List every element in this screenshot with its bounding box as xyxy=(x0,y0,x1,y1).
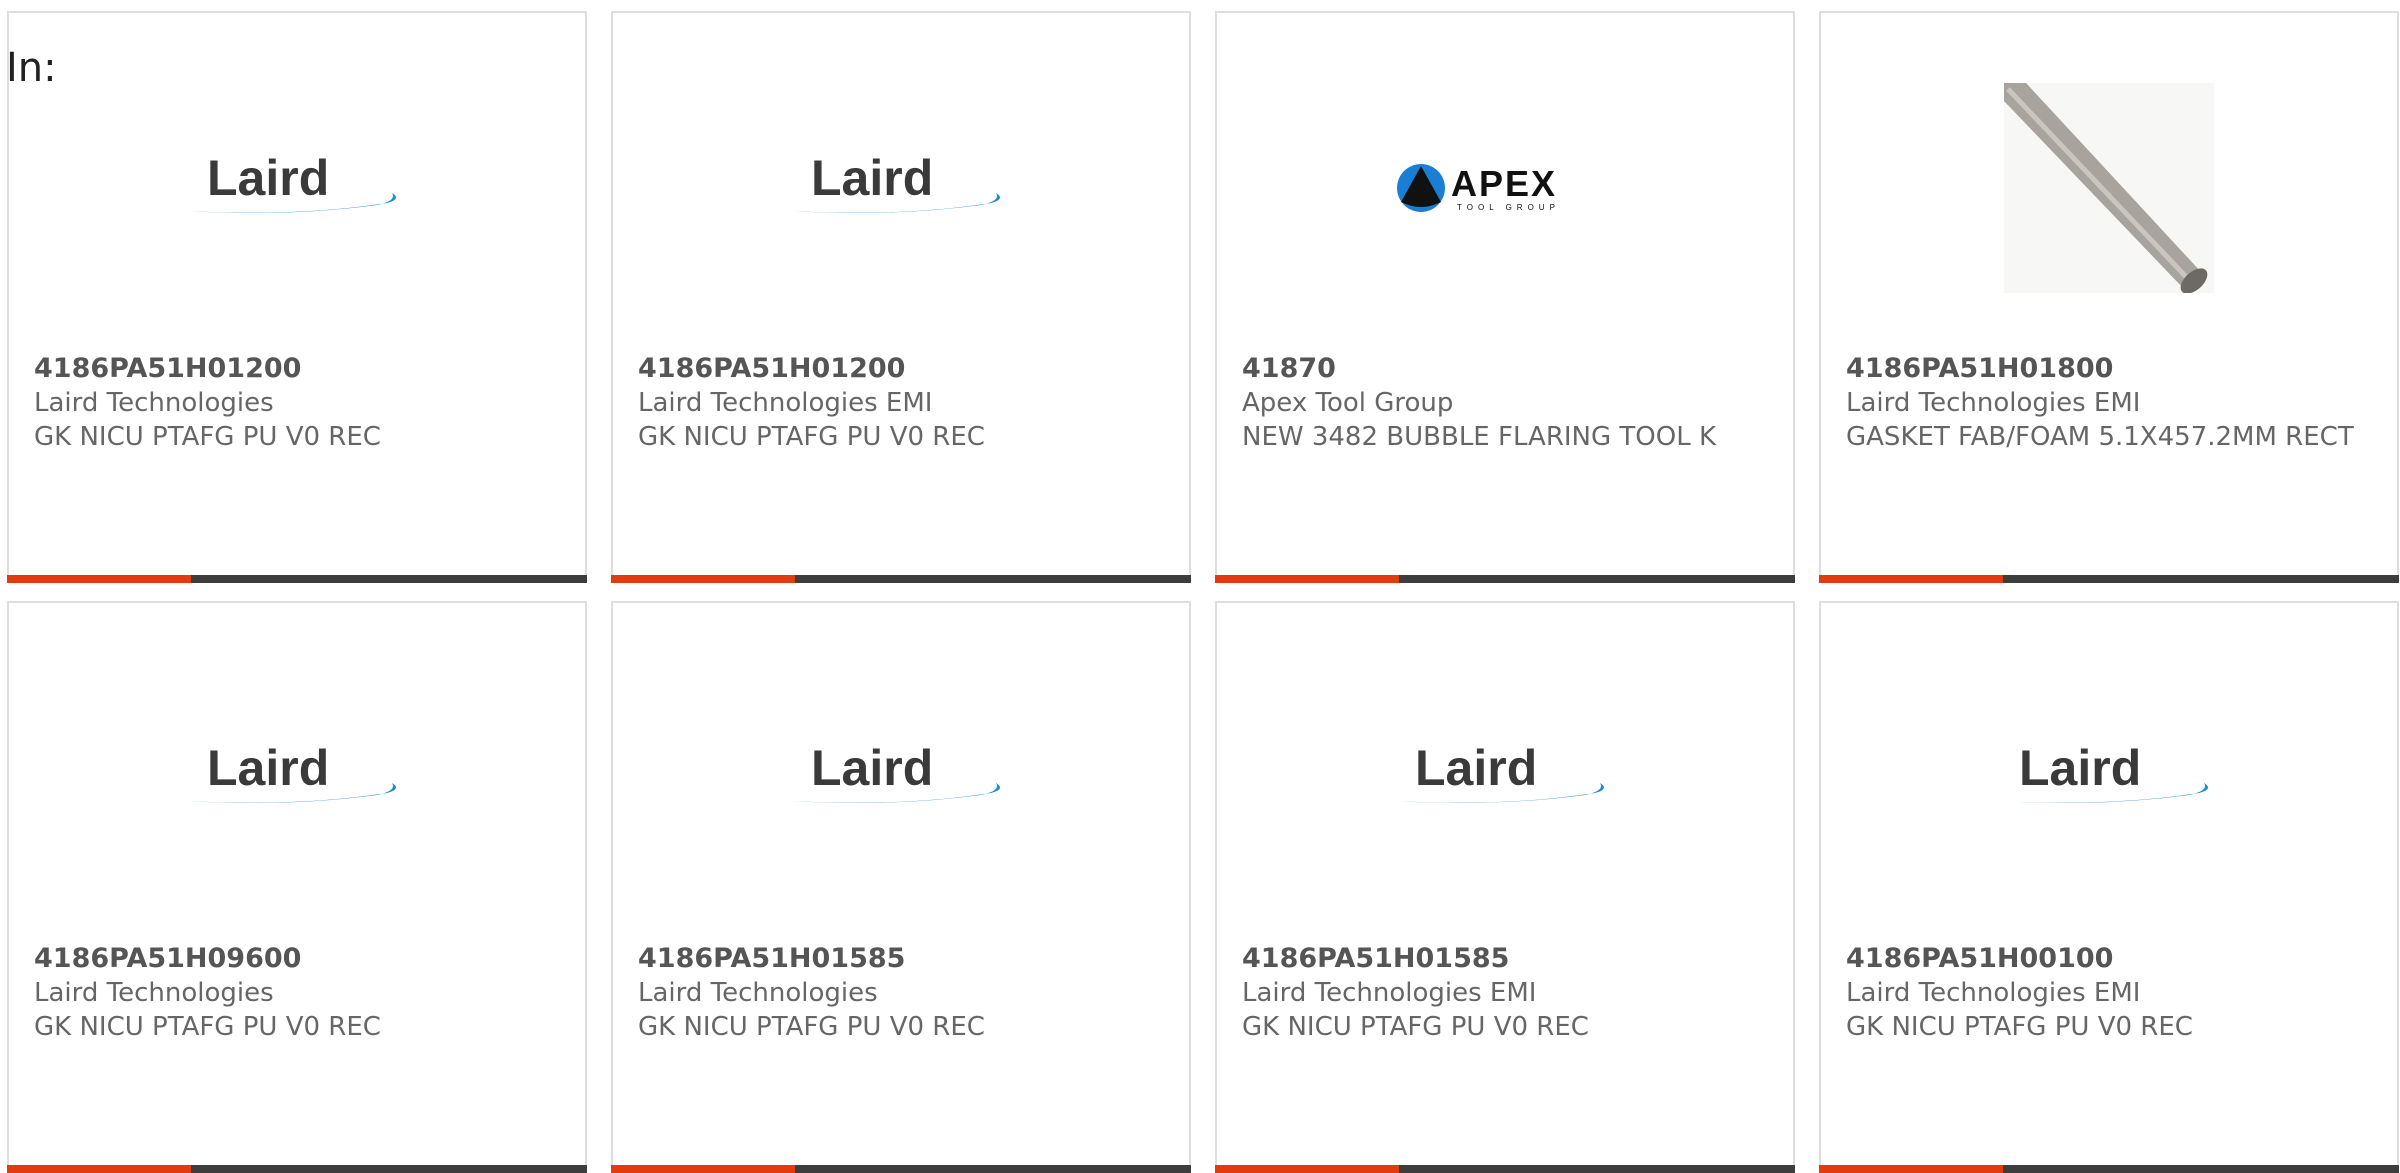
product-description: GASKET FAB/FOAM 5.1X457.2MM RECT xyxy=(1846,422,2354,452)
manufacturer-name: Apex Tool Group xyxy=(1242,388,1454,418)
manufacturer-name: Laird Technologies EMI xyxy=(1242,978,1537,1008)
part-number: 4186PA51H00100 xyxy=(1846,943,2114,974)
product-description: GK NICU PTAFG PU V0 REC xyxy=(638,422,985,452)
card-footer-bar xyxy=(1215,575,1795,583)
part-number: 4186PA51H01200 xyxy=(638,353,906,384)
svg-text:Laird: Laird xyxy=(811,153,933,206)
manufacturer-logo: Laird xyxy=(9,663,585,893)
card-accent-bar xyxy=(1215,1165,1399,1173)
card-accent-bar xyxy=(1215,575,1399,583)
card-accent-bar xyxy=(1819,575,2003,583)
part-number: 41870 xyxy=(1242,353,1336,384)
part-number: 4186PA51H01800 xyxy=(1846,353,2114,384)
manufacturer-name: Laird Technologies EMI xyxy=(1846,978,2141,1008)
svg-text:TOOL GROUP: TOOL GROUP xyxy=(1457,203,1560,212)
svg-text:APEX: APEX xyxy=(1451,163,1557,204)
card-footer-bar xyxy=(611,575,1191,583)
product-card[interactable]: Laird 4186PA51H01585 Laird Technologies … xyxy=(1215,601,1795,1173)
part-number: 4186PA51H01585 xyxy=(638,943,906,974)
card-footer-bar xyxy=(611,1165,1191,1173)
card-accent-bar xyxy=(7,1165,191,1173)
manufacturer-name: Laird Technologies EMI xyxy=(638,388,933,418)
manufacturer-logo: Laird xyxy=(613,73,1189,303)
svg-text:Laird: Laird xyxy=(811,743,933,796)
product-card[interactable]: Laird 4186PA51H01200 Laird Technologies … xyxy=(611,11,1191,583)
product-card[interactable]: Laird 4186PA51H09600 Laird Technologies … xyxy=(7,601,587,1173)
manufacturer-name: Laird Technologies xyxy=(638,978,878,1008)
manufacturer-name: Laird Technologies xyxy=(34,388,274,418)
product-description: GK NICU PTAFG PU V0 REC xyxy=(1242,1012,1589,1042)
product-description: GK NICU PTAFG PU V0 REC xyxy=(34,422,381,452)
svg-text:Laird: Laird xyxy=(2019,743,2141,796)
card-footer-bar xyxy=(7,575,587,583)
svg-text:Laird: Laird xyxy=(207,743,329,796)
manufacturer-logo: APEX TOOL GROUP xyxy=(1217,73,1793,303)
part-number: 4186PA51H01200 xyxy=(34,353,302,384)
part-number: 4186PA51H01585 xyxy=(1242,943,1510,974)
product-description: GK NICU PTAFG PU V0 REC xyxy=(34,1012,381,1042)
card-footer-bar xyxy=(1819,575,2399,583)
card-footer-bar xyxy=(1215,1165,1795,1173)
product-description: GK NICU PTAFG PU V0 REC xyxy=(1846,1012,2193,1042)
product-photo xyxy=(1821,73,2397,303)
card-accent-bar xyxy=(611,575,795,583)
card-accent-bar xyxy=(7,575,191,583)
product-description: GK NICU PTAFG PU V0 REC xyxy=(638,1012,985,1042)
product-card[interactable]: Laird 4186PA51H01200 Laird Technologies … xyxy=(7,11,587,583)
product-card[interactable]: Laird 4186PA51H00100 Laird Technologies … xyxy=(1819,601,2399,1173)
card-footer-bar xyxy=(7,1165,587,1173)
search-scope-label: In: xyxy=(6,45,57,91)
svg-text:Laird: Laird xyxy=(1415,743,1537,796)
manufacturer-name: Laird Technologies EMI xyxy=(1846,388,2141,418)
svg-text:Laird: Laird xyxy=(207,153,329,206)
product-card[interactable]: Laird 4186PA51H01585 Laird Technologies … xyxy=(611,601,1191,1173)
product-card[interactable]: APEX TOOL GROUP 41870 Apex Tool Group NE… xyxy=(1215,11,1795,583)
card-footer-bar xyxy=(1819,1165,2399,1173)
manufacturer-logo: Laird xyxy=(613,663,1189,893)
card-accent-bar xyxy=(1819,1165,2003,1173)
card-accent-bar xyxy=(611,1165,795,1173)
product-card[interactable]: 4186PA51H01800 Laird Technologies EMI GA… xyxy=(1819,11,2399,583)
manufacturer-name: Laird Technologies xyxy=(34,978,274,1008)
product-grid: Laird 4186PA51H01200 Laird Technologies … xyxy=(7,11,2400,1173)
product-description: NEW 3482 BUBBLE FLARING TOOL K xyxy=(1242,422,1717,452)
manufacturer-logo: Laird xyxy=(1217,663,1793,893)
manufacturer-logo: Laird xyxy=(9,73,585,303)
manufacturer-logo: Laird xyxy=(1821,663,2397,893)
part-number: 4186PA51H09600 xyxy=(34,943,302,974)
